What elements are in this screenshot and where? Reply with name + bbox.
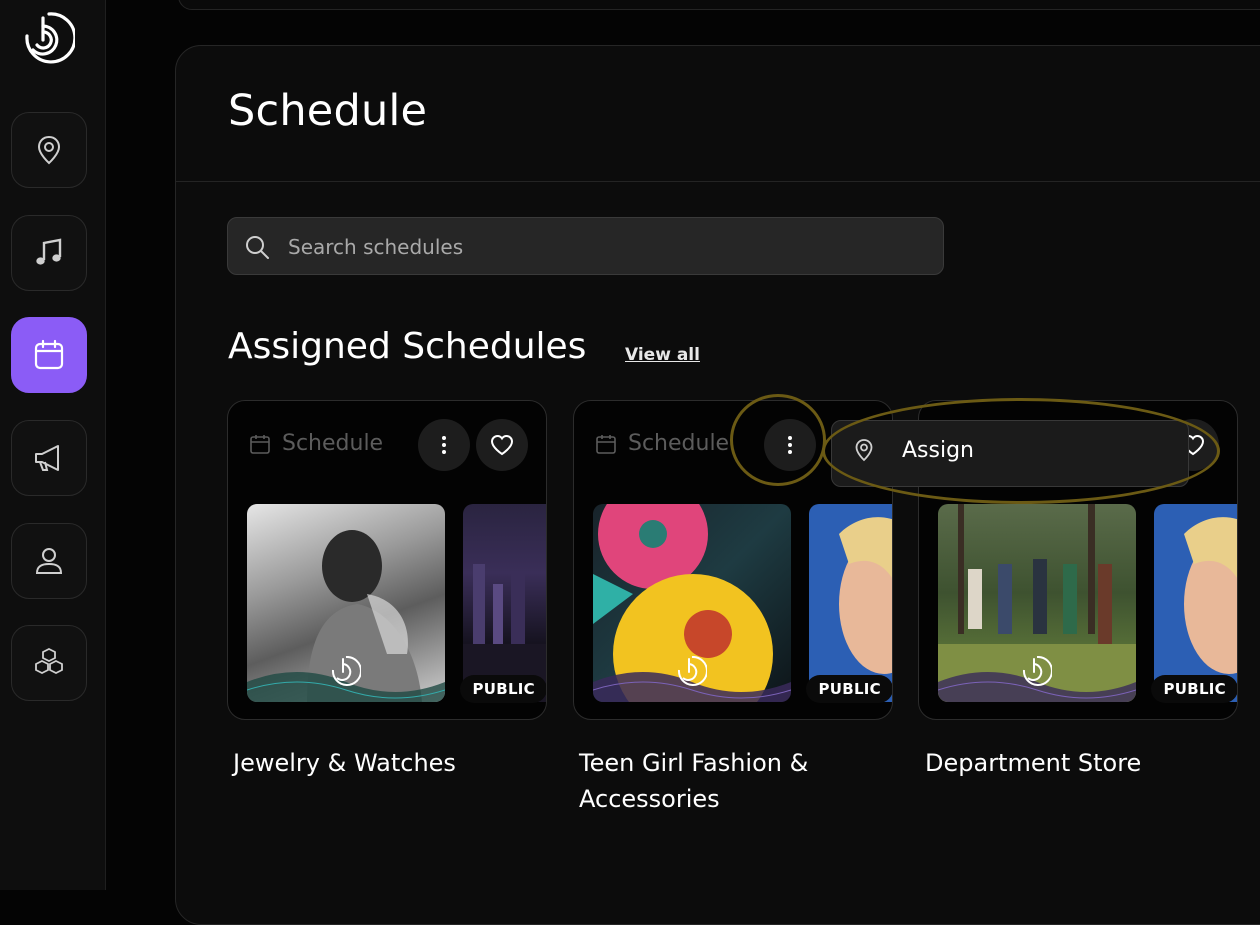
calendar-icon xyxy=(34,339,64,370)
view-all-link[interactable]: View all xyxy=(625,345,700,365)
location-pin-icon xyxy=(37,135,61,165)
cubes-icon xyxy=(35,647,63,675)
sidebar-item-locations[interactable] xyxy=(11,112,87,188)
highlight-ellipse-annotation xyxy=(822,398,1220,504)
visibility-badge: PUBLIC xyxy=(460,675,546,703)
user-icon xyxy=(35,548,63,574)
more-vertical-icon xyxy=(442,436,446,454)
card-title[interactable]: Teen Girl Fashion & Accessories xyxy=(579,745,879,817)
sidebar xyxy=(0,0,106,890)
card-title[interactable]: Jewelry & Watches xyxy=(233,745,533,781)
sidebar-item-schedule[interactable] xyxy=(11,317,87,393)
top-bar xyxy=(178,0,1260,10)
search-input[interactable] xyxy=(286,218,930,276)
city-night-photo xyxy=(463,564,546,702)
cover-image-secondary xyxy=(1154,504,1237,702)
sidebar-item-announcements[interactable] xyxy=(11,420,87,496)
more-options-button[interactable] xyxy=(418,419,470,471)
cover-image xyxy=(593,504,791,702)
cover-image-secondary xyxy=(463,504,546,702)
search-icon xyxy=(246,236,269,259)
brand-logo-icon[interactable] xyxy=(23,12,75,64)
sidebar-item-music[interactable] xyxy=(11,215,87,291)
calendar-icon xyxy=(596,434,616,454)
sidebar-item-integrations[interactable] xyxy=(11,625,87,701)
music-note-icon xyxy=(36,238,62,265)
brand-watermark-icon xyxy=(677,656,707,686)
section-title: Assigned Schedules xyxy=(228,326,587,367)
schedule-card[interactable]: Schedule PUBLIC xyxy=(227,400,547,720)
heart-icon xyxy=(490,434,514,456)
brand-watermark-icon xyxy=(1022,656,1052,686)
visibility-badge: PUBLIC xyxy=(1151,675,1237,703)
cover-image xyxy=(247,504,445,702)
megaphone-icon xyxy=(35,445,59,471)
header-divider xyxy=(176,181,1260,182)
card-title[interactable]: Department Store xyxy=(925,745,1225,781)
card-type-text: Schedule xyxy=(628,431,730,456)
brand-watermark-icon xyxy=(331,656,361,686)
card-type-text: Schedule xyxy=(282,431,384,456)
cover-image-secondary xyxy=(809,504,892,702)
highlight-circle-annotation xyxy=(730,394,826,486)
sidebar-item-users[interactable] xyxy=(11,523,87,599)
calendar-icon xyxy=(250,434,270,454)
visibility-badge: PUBLIC xyxy=(806,675,892,703)
card-type-label: Schedule xyxy=(248,431,383,456)
favorite-button[interactable] xyxy=(476,419,528,471)
card-type-label: Schedule xyxy=(594,431,729,456)
portrait-photo xyxy=(839,517,892,674)
page-title: Schedule xyxy=(228,86,428,136)
portrait-photo xyxy=(1184,517,1237,674)
cover-image xyxy=(938,504,1136,702)
search-bar[interactable] xyxy=(227,217,944,276)
